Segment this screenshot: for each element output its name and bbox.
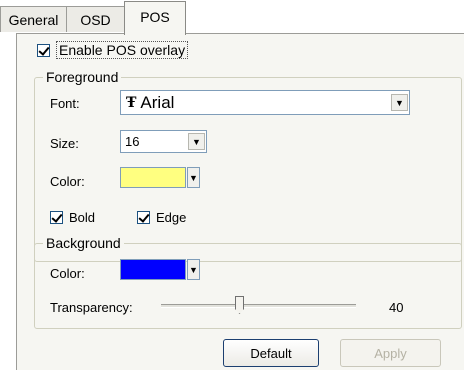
- bold-checkbox[interactable]: [50, 211, 63, 224]
- default-button[interactable]: Default: [223, 339, 319, 367]
- font-type-icon: Ŧ: [126, 94, 137, 111]
- chevron-down-icon[interactable]: ▼: [187, 167, 200, 188]
- enable-pos-overlay-label[interactable]: Enable POS overlay: [56, 41, 189, 59]
- font-label: Font:: [50, 96, 80, 111]
- edge-label: Edge: [156, 210, 187, 225]
- enable-pos-overlay-checkbox[interactable]: [37, 43, 50, 57]
- foreground-color-picker[interactable]: ▼: [120, 167, 200, 188]
- tab-osd[interactable]: OSD: [66, 6, 125, 32]
- slider-track[interactable]: [161, 304, 356, 308]
- edge-row[interactable]: Edge: [137, 210, 186, 225]
- apply-button[interactable]: Apply: [340, 339, 441, 367]
- pos-settings-panel: Enable POS overlay Foreground Font: Ŧ Ar…: [16, 33, 464, 370]
- transparency-value: 40: [389, 300, 404, 315]
- slider-thumb[interactable]: [235, 296, 244, 314]
- foreground-color-label: Color:: [50, 174, 85, 189]
- tab-general[interactable]: General: [0, 6, 67, 32]
- background-color-picker[interactable]: ▼: [120, 259, 200, 280]
- background-group: Background Color: ▼ Transparency: 40: [34, 235, 462, 329]
- bold-label: Bold: [69, 210, 96, 225]
- transparency-label: Transparency:: [50, 300, 133, 315]
- tab-bar: General OSD POS: [0, 0, 464, 35]
- size-select-value: 16: [125, 134, 140, 149]
- transparency-slider[interactable]: [161, 296, 356, 316]
- edge-checkbox[interactable]: [137, 211, 150, 224]
- bold-row[interactable]: Bold: [50, 210, 95, 225]
- foreground-color-swatch[interactable]: [120, 167, 186, 188]
- background-color-swatch[interactable]: [120, 259, 186, 280]
- size-label: Size:: [50, 136, 79, 151]
- enable-pos-overlay-row[interactable]: Enable POS overlay: [37, 41, 189, 59]
- size-select[interactable]: 16 ▼: [120, 130, 207, 153]
- chevron-down-icon[interactable]: ▼: [391, 94, 408, 111]
- background-legend: Background: [43, 235, 124, 251]
- foreground-legend: Foreground: [43, 69, 122, 85]
- chevron-down-icon[interactable]: ▼: [188, 133, 205, 150]
- font-select[interactable]: Ŧ Arial ▼: [120, 90, 410, 115]
- chevron-down-icon[interactable]: ▼: [187, 259, 200, 280]
- font-select-value: Arial: [140, 92, 175, 112]
- background-color-label: Color:: [50, 266, 85, 281]
- tab-pos[interactable]: POS: [124, 1, 186, 35]
